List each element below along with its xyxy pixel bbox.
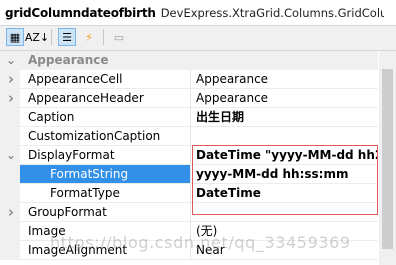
property-pages-button[interactable]: ▭ — [110, 28, 128, 46]
property-name: FormatString — [20, 165, 191, 184]
chevron-right-icon[interactable]: › — [5, 203, 17, 222]
properties-button[interactable]: ☰ — [58, 28, 76, 46]
vertical-scrollbar[interactable] — [379, 51, 396, 265]
property-value[interactable]: Appearance — [196, 89, 378, 108]
property-name: CustomizationCaption — [28, 129, 161, 143]
toolbar-separator — [103, 29, 104, 45]
row-gutter — [0, 127, 20, 146]
property-row[interactable]: CustomizationCaption — [0, 127, 378, 146]
chevron-down-icon[interactable]: ⌄ — [5, 146, 17, 165]
property-name: GroupFormat — [28, 205, 107, 219]
property-name: AppearanceHeader — [28, 91, 144, 105]
events-icon: ⚡ — [85, 30, 93, 44]
property-row[interactable]: Caption 出生日期 — [0, 108, 378, 127]
property-row[interactable]: › AppearanceCell Appearance — [0, 70, 378, 89]
property-row[interactable]: FormatString yyyy-MM-dd hh:ss:mm — [0, 165, 378, 184]
row-gutter — [0, 165, 20, 184]
property-row[interactable]: › AppearanceHeader Appearance — [0, 89, 378, 108]
row-gutter — [0, 108, 20, 127]
properties-icon: ☰ — [62, 30, 72, 44]
column-divider[interactable] — [190, 127, 191, 146]
alphabetical-sort-icon: AZ↓ — [24, 30, 50, 44]
property-value[interactable] — [196, 127, 378, 146]
chevron-down-icon[interactable]: ⌄ — [5, 51, 17, 70]
property-value[interactable]: Appearance — [196, 70, 378, 89]
property-row[interactable]: ⌄ DisplayFormat DateTime "yyyy-MM-dd hh24 — [0, 146, 378, 165]
object-type: DevExpress.XtraGrid.Columns.GridColu — [160, 5, 388, 20]
column-divider[interactable] — [190, 203, 191, 222]
events-button[interactable]: ⚡ — [80, 28, 98, 46]
chevron-right-icon[interactable]: › — [5, 89, 17, 108]
toolbar-separator — [51, 29, 52, 45]
category-row[interactable]: ⌄ Appearance — [0, 51, 378, 70]
object-selector[interactable]: gridColumndateofbirth DevExpress.XtraGri… — [0, 0, 396, 26]
categorized-button[interactable]: ▦ — [6, 28, 24, 46]
property-pages-icon: ▭ — [113, 30, 125, 44]
column-divider[interactable] — [190, 108, 191, 127]
property-value[interactable]: 出生日期 — [196, 108, 378, 127]
watermark: https://blog.csdn.net/qq_33459369 — [50, 233, 351, 252]
property-name: Caption — [28, 110, 75, 124]
scrollbar-thumb[interactable] — [382, 69, 393, 249]
column-divider[interactable] — [190, 70, 191, 89]
property-value[interactable] — [196, 203, 378, 222]
object-dropdown-area[interactable] — [384, 0, 396, 25]
property-value[interactable]: DateTime — [196, 184, 378, 203]
property-value[interactable]: yyyy-MM-dd hh:ss:mm — [196, 165, 378, 184]
categorized-icon: ▦ — [9, 30, 21, 44]
category-label: Appearance — [28, 53, 109, 67]
object-name: gridColumndateofbirth — [5, 5, 156, 20]
column-divider[interactable] — [190, 165, 191, 184]
property-row[interactable]: › GroupFormat — [0, 203, 378, 222]
property-name: FormatType — [50, 186, 120, 200]
alphabetical-sort-button[interactable]: AZ↓ — [24, 28, 50, 46]
property-row[interactable]: FormatType DateTime — [0, 184, 378, 203]
row-divider — [20, 259, 378, 260]
chevron-right-icon[interactable]: › — [5, 70, 17, 89]
property-name: DisplayFormat — [28, 148, 115, 162]
row-gutter — [0, 184, 20, 203]
property-value[interactable]: DateTime "yyyy-MM-dd hh24 — [196, 146, 378, 165]
column-divider[interactable] — [190, 89, 191, 108]
column-divider[interactable] — [190, 146, 191, 165]
row-gutter — [0, 241, 20, 260]
property-name: AppearanceCell — [28, 72, 123, 86]
column-divider[interactable] — [190, 184, 191, 203]
property-grid-toolbar: ▦ AZ↓ ☰ ⚡ ▭ — [0, 26, 396, 51]
row-gutter — [0, 222, 20, 241]
